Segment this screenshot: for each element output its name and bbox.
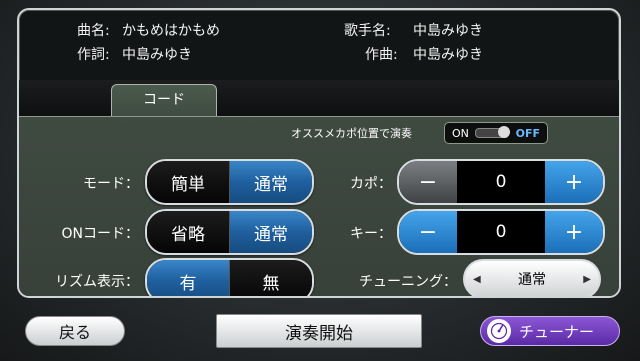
capo-value: 0 xyxy=(457,161,545,203)
key-minus-button[interactable]: − xyxy=(399,211,457,253)
capo-plus-button[interactable]: + xyxy=(545,161,603,203)
settings-frame: 曲名: かもめはかもめ 歌手名: 中島みゆき 作詞: 中島みゆき 作曲: 中島み… xyxy=(17,8,621,298)
toggle-off-label: OFF xyxy=(515,126,540,140)
rhythm-segmented-control: 有 無 xyxy=(145,258,314,296)
mode-option-normal[interactable]: 通常 xyxy=(229,161,312,203)
capo-stepper: − 0 + xyxy=(397,159,605,205)
key-value: 0 xyxy=(457,211,545,253)
tuner-gauge-icon xyxy=(487,319,511,343)
lyricist-label: 作詞: xyxy=(77,47,110,63)
tuner-button[interactable]: チューナー xyxy=(480,316,620,346)
toggle-switch-icon xyxy=(475,126,511,138)
capo-recommend-toggle[interactable]: ON OFF xyxy=(444,122,548,144)
key-plus-button[interactable]: + xyxy=(545,211,603,253)
toggle-on-label: ON xyxy=(452,126,469,140)
tuner-label: チューナー xyxy=(519,322,595,341)
lyricist-value: 中島みゆき xyxy=(122,47,192,63)
back-button[interactable]: 戻る xyxy=(25,316,125,346)
composer-label: 作曲: xyxy=(365,47,398,63)
rhythm-label: リズム表示： xyxy=(55,274,139,290)
on-chord-segmented-control: 省略 通常 xyxy=(145,209,314,255)
song-info: 曲名: かもめはかもめ 歌手名: 中島みゆき 作詞: 中島みゆき 作曲: 中島み… xyxy=(19,10,619,80)
rhythm-option-no[interactable]: 無 xyxy=(229,260,312,296)
tuning-select[interactable]: ◀ 通常 ▶ xyxy=(463,259,601,296)
tuning-value: 通常 xyxy=(518,272,546,288)
key-stepper: − 0 + xyxy=(397,209,605,255)
capo-label: カポ： xyxy=(350,176,392,192)
on-chord-label: ONコード： xyxy=(61,226,140,242)
arrow-left-icon[interactable]: ◀ xyxy=(473,274,481,285)
mode-label: モード： xyxy=(83,176,139,192)
key-label: キー： xyxy=(350,226,392,242)
singer-label: 歌手名: xyxy=(344,23,391,39)
singer-value: 中島みゆき xyxy=(413,23,483,39)
tab-code[interactable]: コード xyxy=(111,84,217,116)
composer-value: 中島みゆき xyxy=(413,47,483,63)
mode-option-easy[interactable]: 簡単 xyxy=(147,161,229,203)
song-title-value: かもめはかもめ xyxy=(122,23,220,39)
tuning-label: チューニング： xyxy=(359,274,457,290)
tab-bar xyxy=(19,80,619,116)
rhythm-option-yes[interactable]: 有 xyxy=(147,260,229,296)
mode-segmented-control: 簡単 通常 xyxy=(145,159,314,205)
on-chord-option-normal[interactable]: 通常 xyxy=(229,211,312,253)
code-settings-panel: オススメカポ位置で演奏 ON OFF モード： 簡単 通常 ONコード： 省略 … xyxy=(19,116,619,296)
on-chord-option-omit[interactable]: 省略 xyxy=(147,211,229,253)
capo-recommend-label: オススメカポ位置で演奏 xyxy=(291,127,412,140)
capo-minus-button[interactable]: − xyxy=(399,161,457,203)
arrow-right-icon[interactable]: ▶ xyxy=(583,274,591,285)
start-play-button[interactable]: 演奏開始 xyxy=(216,314,422,348)
song-title-label: 曲名: xyxy=(77,23,110,39)
